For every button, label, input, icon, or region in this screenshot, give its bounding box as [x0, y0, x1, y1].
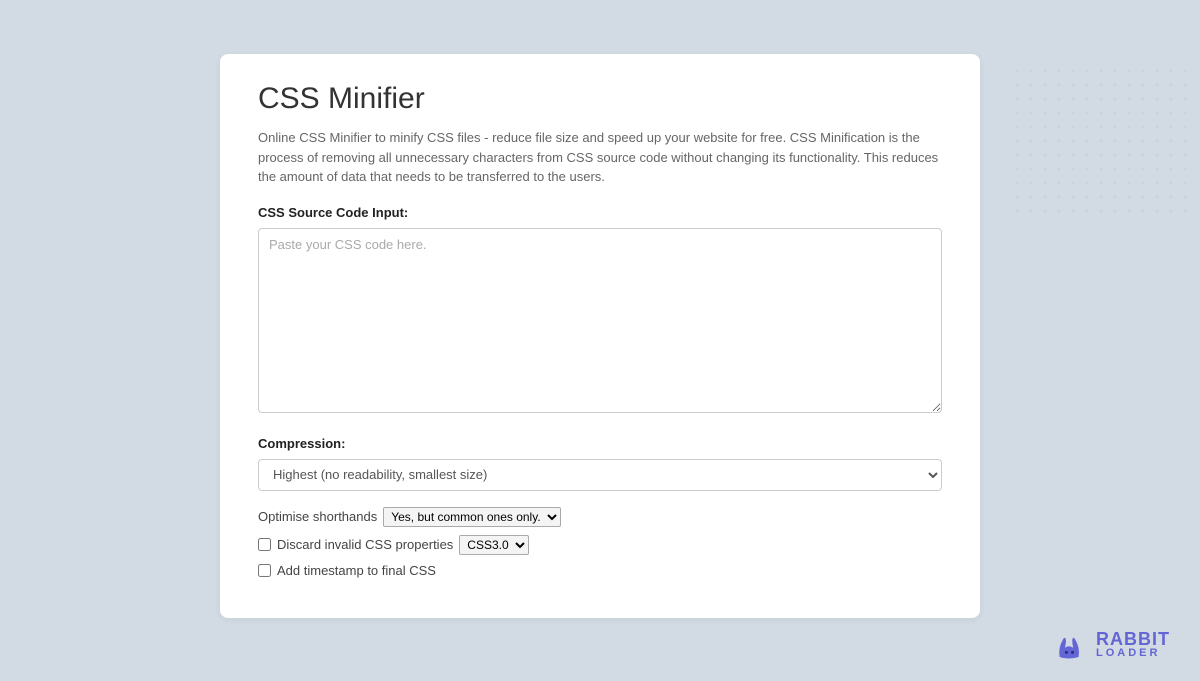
- optimise-select[interactable]: Yes, but common ones only.: [383, 507, 561, 527]
- logo-text: RABBIT LOADER: [1096, 630, 1170, 659]
- timestamp-checkbox[interactable]: [258, 564, 271, 577]
- source-code-label: CSS Source Code Input:: [258, 205, 942, 220]
- logo-line1: RABBIT: [1096, 630, 1170, 648]
- discard-checkbox[interactable]: [258, 538, 271, 551]
- optimise-label: Optimise shorthands: [258, 509, 377, 524]
- compression-label: Compression:: [258, 436, 942, 451]
- compression-select[interactable]: Highest (no readability, smallest size): [258, 459, 942, 491]
- discard-label: Discard invalid CSS properties: [277, 537, 453, 552]
- page-description: Online CSS Minifier to minify CSS files …: [258, 128, 942, 187]
- optimise-row: Optimise shorthands Yes, but common ones…: [258, 507, 942, 527]
- page-title: CSS Minifier: [258, 82, 942, 116]
- decorative-dots: [1010, 64, 1190, 224]
- source-code-input[interactable]: [258, 228, 942, 413]
- timestamp-label: Add timestamp to final CSS: [277, 563, 436, 578]
- rabbit-icon: [1052, 625, 1090, 663]
- discard-select[interactable]: CSS3.0: [459, 535, 529, 555]
- minifier-card: CSS Minifier Online CSS Minifier to mini…: [220, 54, 980, 618]
- timestamp-row: Add timestamp to final CSS: [258, 563, 942, 578]
- discard-row: Discard invalid CSS properties CSS3.0: [258, 535, 942, 555]
- rabbit-loader-logo: RABBIT LOADER: [1052, 625, 1170, 663]
- logo-line2: LOADER: [1096, 648, 1170, 659]
